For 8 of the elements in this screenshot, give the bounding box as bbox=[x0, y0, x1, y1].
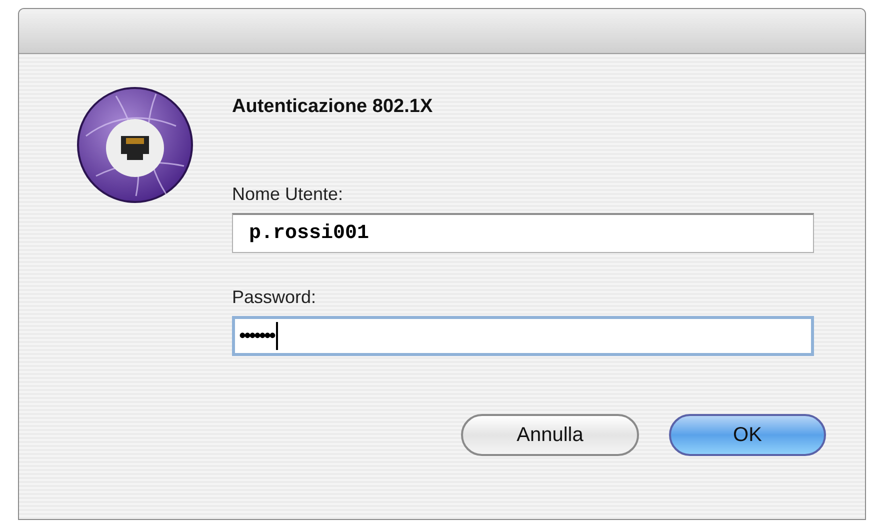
password-field[interactable]: ••••••• bbox=[232, 316, 814, 356]
network-port-icon bbox=[76, 86, 194, 204]
cancel-button[interactable]: Annulla bbox=[461, 414, 639, 456]
username-field[interactable]: p.rossi001 bbox=[232, 213, 814, 253]
ok-button[interactable]: OK bbox=[669, 414, 826, 456]
dialog-heading: Autenticazione 802.1X bbox=[232, 96, 434, 118]
field-label: Nome Utente: bbox=[232, 184, 344, 205]
field-label: Password: bbox=[232, 287, 318, 308]
